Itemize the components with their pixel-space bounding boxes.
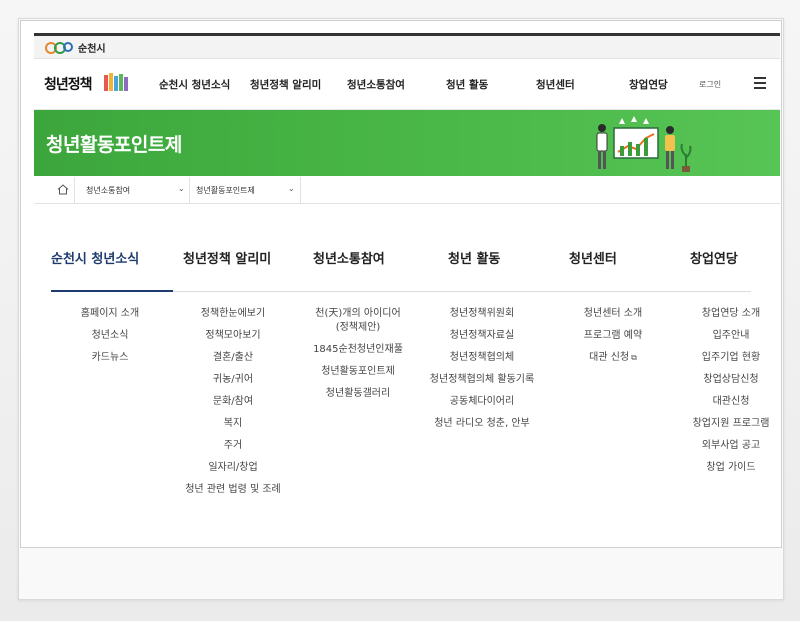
nav-item-youth-activity[interactable]: 청년 활동 xyxy=(446,77,488,92)
menu-link[interactable]: 청년활동갤러리 xyxy=(293,387,423,401)
menu-link[interactable]: 일자리/창업 xyxy=(168,461,298,475)
menu-column-policy-alert: 정책한눈에보기 정책모아보기 결혼/출산 귀농/귀어 문화/참여 복지 주거 일… xyxy=(168,307,298,505)
menu-link[interactable]: 청년정책위원회 xyxy=(418,307,546,321)
menu-heading-youth-center[interactable]: 청년센터 xyxy=(569,248,617,267)
menu-column-startup: 창업연당 소개 입주안내 입주기업 현황 창업상담신청 대관신청 창업지원 프로… xyxy=(666,307,781,483)
city-brand-bar: 순천시 xyxy=(34,36,780,59)
menu-link[interactable]: 청년활동포인트제 xyxy=(293,365,423,379)
chevron-down-icon[interactable]: ⌄ xyxy=(288,184,295,193)
menu-link[interactable]: 결혼/출산 xyxy=(168,351,298,365)
nav-item-startup[interactable]: 창업연당 xyxy=(629,77,668,92)
menu-link[interactable]: 청년정책협의체 활동기록 xyxy=(418,373,546,387)
nav-item-youth-center[interactable]: 청년센터 xyxy=(536,77,575,92)
menu-link[interactable]: 창업상담신청 xyxy=(666,373,781,387)
breadcrumb-level1[interactable]: 청년소통참여 xyxy=(86,185,130,196)
menu-link[interactable]: 프로그램 예약 xyxy=(548,329,678,343)
menu-link[interactable]: 귀농/귀어 xyxy=(168,373,298,387)
menu-link[interactable]: 청년 관련 법령 및 조례 xyxy=(168,483,298,497)
menu-link[interactable]: 창업연당 소개 xyxy=(666,307,781,321)
hamburger-icon[interactable] xyxy=(754,77,766,89)
screenshot-window: 순천시 청년정책 순천시 청년소식 청년정책 알리미 청년소통참여 청년 활동 … xyxy=(20,20,782,548)
breadcrumb-divider xyxy=(300,177,301,203)
menu-link-rental[interactable]: 대관 신청 ⧉ xyxy=(548,351,678,365)
menu-link[interactable]: 청년정책자료실 xyxy=(418,329,546,343)
external-link-icon: ⧉ xyxy=(631,353,637,362)
menu-link[interactable]: 입주안내 xyxy=(666,329,781,343)
menu-link[interactable]: 청년정책협의체 xyxy=(418,351,546,365)
menu-link[interactable]: 홈페이지 소개 xyxy=(45,307,175,321)
nav-item-youth-news[interactable]: 순천시 청년소식 xyxy=(159,77,230,92)
menu-column-youth-center: 청년센터 소개 프로그램 예약 대관 신청 ⧉ xyxy=(548,307,678,373)
suncheon-logo-icon[interactable] xyxy=(44,39,74,55)
menu-link[interactable]: 정책한눈에보기 xyxy=(168,307,298,321)
nav-item-policy-alert[interactable]: 청년정책 알리미 xyxy=(250,77,321,92)
breadcrumb: 청년소통참여 ⌄ 청년활동포인트제 ⌄ xyxy=(34,177,780,204)
menu-heading-youth-activity[interactable]: 청년 활동 xyxy=(448,248,500,267)
menu-column-youth-activity: 청년정책위원회 청년정책자료실 청년정책협의체 청년정책협의체 활동기록 공동체… xyxy=(418,307,546,439)
menu-link[interactable]: 정책모아보기 xyxy=(168,329,298,343)
active-menu-indicator xyxy=(51,290,173,292)
menu-link[interactable]: 입주기업 현황 xyxy=(666,351,781,365)
chevron-down-icon[interactable]: ⌄ xyxy=(178,184,185,193)
breadcrumb-divider xyxy=(74,177,75,203)
main-nav: 청년정책 순천시 청년소식 청년정책 알리미 청년소통참여 청년 활동 청년센터… xyxy=(34,59,780,110)
menu-link-label: 대관 신청 xyxy=(589,352,630,363)
menu-heading-policy-alert[interactable]: 청년정책 알리미 xyxy=(183,248,271,267)
presentation-illustration-icon xyxy=(596,116,692,172)
site-logo-text[interactable]: 청년정책 xyxy=(44,74,93,94)
menu-column-participation: 천(天)개의 아이디어 (정책제안) 1845순천청년인재풀 청년활동포인트제 … xyxy=(293,307,423,409)
menu-link[interactable]: 주거 xyxy=(168,439,298,453)
login-link[interactable]: 로그인 xyxy=(699,79,721,90)
menu-link[interactable]: 천(天)개의 아이디어 (정책제안) xyxy=(293,307,423,335)
menu-link[interactable]: 외부사업 공고 xyxy=(666,439,781,453)
menu-link[interactable]: 대관신청 xyxy=(666,395,781,409)
menu-link[interactable]: 창업지원 프로그램 xyxy=(666,417,781,431)
books-logo-icon xyxy=(104,73,128,91)
menu-heading-youth-news[interactable]: 순천시 청년소식 xyxy=(51,248,139,267)
menu-heading-startup[interactable]: 창업연당 xyxy=(690,248,738,267)
nav-item-participation[interactable]: 청년소통참여 xyxy=(347,77,405,92)
menu-link[interactable]: 청년 라디오 청춘, 안부 xyxy=(418,417,546,431)
menu-link[interactable]: 카드뉴스 xyxy=(45,351,175,365)
home-icon[interactable] xyxy=(57,184,69,195)
menu-column-youth-news: 홈페이지 소개 청년소식 카드뉴스 xyxy=(45,307,175,373)
menu-link[interactable]: 복지 xyxy=(168,417,298,431)
menu-link[interactable]: 공동체다이어리 xyxy=(418,395,546,409)
menu-link[interactable]: 청년센터 소개 xyxy=(548,307,678,321)
menu-link[interactable]: 청년소식 xyxy=(45,329,175,343)
menu-link[interactable]: 문화/참여 xyxy=(168,395,298,409)
menu-link[interactable]: 1845순천청년인재풀 xyxy=(293,343,423,357)
page-title: 청년활동포인트제 xyxy=(46,134,182,156)
breadcrumb-divider xyxy=(189,177,190,203)
breadcrumb-level2[interactable]: 청년활동포인트제 xyxy=(196,185,255,196)
menu-heading-participation[interactable]: 청년소통참여 xyxy=(313,248,385,267)
page-banner: 청년활동포인트제 xyxy=(34,110,780,176)
menu-link[interactable]: 창업 가이드 xyxy=(666,461,781,475)
city-brand-name[interactable]: 순천시 xyxy=(78,40,106,55)
